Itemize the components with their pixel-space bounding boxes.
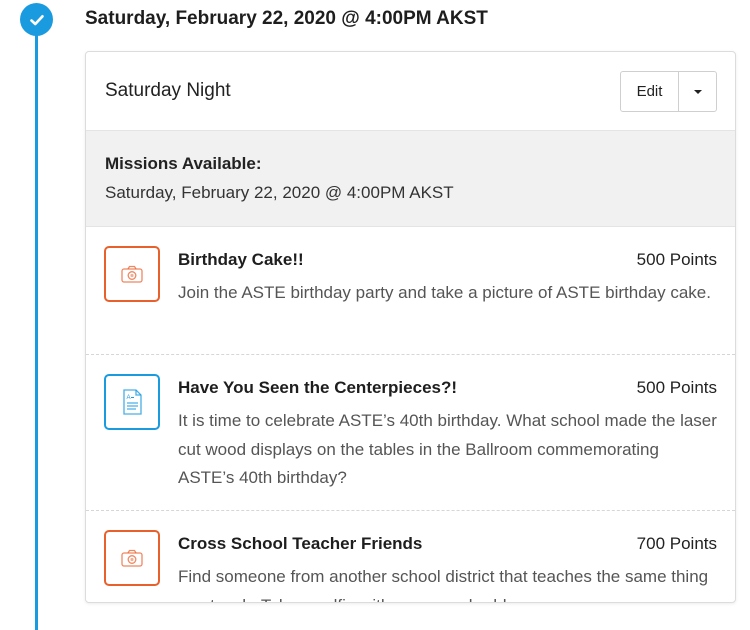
edit-button-group: Edit [620, 71, 717, 112]
mission-description: Find someone from another school distric… [178, 567, 709, 602]
mission-title: Have You Seen the Centerpieces?! [178, 378, 458, 397]
mission-points: 500 Points [636, 378, 717, 397]
mission-item[interactable]: Cross School Teacher Friends 700 Points … [86, 511, 735, 602]
camera-icon [104, 530, 160, 586]
caret-down-icon [693, 89, 702, 94]
mission-title: Birthday Cake!! [178, 250, 304, 269]
edit-dropdown-toggle[interactable] [679, 72, 716, 111]
document-icon: A [104, 374, 160, 430]
mission-group-card: Saturday Night Edit Missions Available: … [85, 51, 736, 603]
edit-button[interactable]: Edit [621, 72, 679, 111]
timeline-line [35, 30, 38, 630]
mission-description: It is time to celebrate ASTE’s 40th birt… [178, 411, 717, 487]
mission-item[interactable]: Birthday Cake!! 500 Points Join the ASTE… [86, 227, 735, 355]
mission-title: Cross School Teacher Friends [178, 534, 423, 553]
mission-description: Join the ASTE birthday party and take a … [178, 283, 711, 302]
completed-check-icon [20, 3, 53, 36]
missions-available-section: Missions Available: Saturday, February 2… [86, 131, 735, 227]
camera-icon [104, 246, 160, 302]
timeline-date-heading: Saturday, February 22, 2020 @ 4:00PM AKS… [85, 8, 488, 29]
card-header: Saturday Night Edit [86, 52, 735, 131]
mission-points: 500 Points [636, 250, 717, 269]
missions-available-label: Missions Available: [105, 154, 262, 173]
svg-text:A: A [127, 395, 131, 401]
mission-item[interactable]: A Have You Seen the Centerpieces?! 500 P… [86, 355, 735, 511]
mission-points: 700 Points [636, 534, 717, 553]
card-title: Saturday Night [105, 80, 231, 101]
missions-available-date: Saturday, February 22, 2020 @ 4:00PM AKS… [105, 183, 454, 202]
